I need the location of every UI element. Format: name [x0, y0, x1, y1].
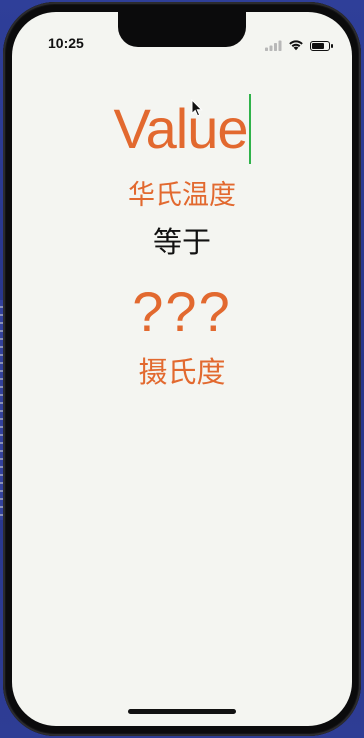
equals-label: 等于 — [152, 225, 211, 259]
device-frame: 10:25 Value 华氏温度 等于 ??? 摄氏度 — [3, 2, 361, 736]
result-value: ??? — [132, 280, 232, 343]
value-input-placeholder: Value — [113, 97, 248, 160]
status-time: 10:25 — [48, 35, 84, 51]
wifi-icon — [288, 36, 304, 55]
to-unit-label: 摄氏度 — [138, 355, 226, 389]
mouse-pointer-icon — [191, 98, 203, 121]
cellular-signal-icon — [265, 36, 282, 55]
battery-level — [312, 42, 324, 49]
text-caret — [248, 94, 251, 164]
status-icons — [265, 36, 333, 55]
from-unit-label: 华氏温度 — [128, 180, 236, 211]
device-notch — [118, 12, 246, 47]
home-indicator[interactable] — [128, 709, 236, 714]
app-screen: 10:25 Value 华氏温度 等于 ??? 摄氏度 — [12, 12, 352, 726]
value-input[interactable]: Value — [52, 92, 312, 166]
battery-icon — [310, 40, 333, 51]
